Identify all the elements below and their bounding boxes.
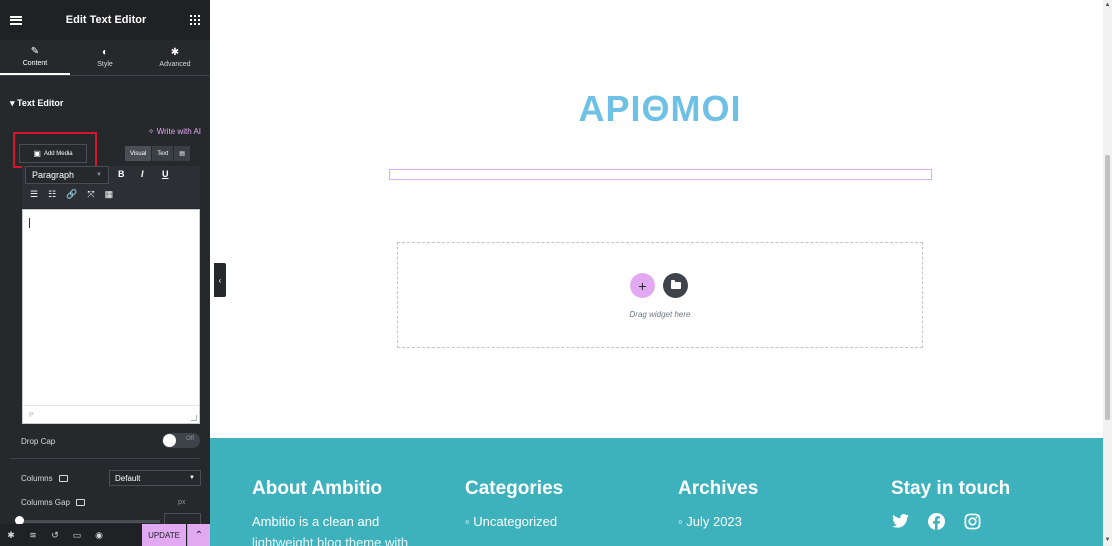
update-button[interactable]: UPDATE: [142, 524, 186, 546]
numbered-list-icon[interactable]: ☷: [48, 189, 56, 200]
toggle-knob: [163, 434, 176, 447]
highlight-box: [13, 132, 97, 168]
scroll-up-icon[interactable]: ▲: [1104, 2, 1111, 9]
text-editor-area[interactable]: P: [22, 209, 200, 424]
tab-visual[interactable]: Visual: [124, 146, 152, 161]
preview-eye-icon[interactable]: ◉: [88, 530, 110, 541]
instagram-icon[interactable]: [963, 512, 981, 530]
drag-widget-hint: Drag widget here: [629, 310, 691, 319]
columns-select-value: Default: [115, 473, 141, 483]
columns-label: Columns: [21, 474, 68, 483]
footer-stay-in-touch: Stay in touch: [891, 478, 1010, 530]
category-link[interactable]: ◦ Uncategorized: [465, 514, 563, 529]
columns-select[interactable]: Default ▼: [109, 470, 201, 486]
drop-cap-toggle[interactable]: Off: [162, 433, 200, 448]
editor-mode-tabs: Visual Text ▤: [124, 146, 190, 161]
folder-icon: [670, 280, 681, 289]
fullscreen-icon[interactable]: ⤧: [87, 189, 94, 200]
panel-header: Edit Text Editor: [0, 0, 210, 40]
tab-text[interactable]: Text: [151, 146, 174, 161]
section-toggle-text-editor[interactable]: ▾ Text Editor: [10, 98, 63, 109]
tab-style[interactable]: ◐ Style: [70, 40, 140, 75]
chevron-down-icon: ▼: [189, 475, 195, 481]
layers-icon[interactable]: ≋: [22, 530, 44, 541]
categories-title: Categories: [465, 478, 564, 499]
editor-status-bar: [23, 405, 199, 423]
text-caret: [29, 218, 30, 228]
underline-button[interactable]: U: [162, 169, 169, 179]
stay-title: Stay in touch: [891, 478, 1011, 499]
social-links: [891, 512, 1010, 530]
columns-gap-slider[interactable]: [18, 520, 160, 523]
columns-text: Columns: [21, 474, 53, 483]
scrollbar-thumb[interactable]: [1105, 155, 1110, 420]
element-path: P: [29, 412, 34, 419]
toolbar-row-2: ☰ ☷ 🔗 ⤧ ▦: [30, 189, 113, 200]
widgets-grid-icon[interactable]: [190, 15, 200, 25]
panel-tabs: ✎ Content ◐ Style ✱ Advanced: [0, 40, 210, 76]
about-title: About Ambitio: [252, 478, 383, 499]
trash-icon[interactable]: ▤: [173, 146, 190, 161]
tab-content-label: Content: [22, 59, 48, 67]
bold-button[interactable]: B: [118, 169, 125, 179]
toolbar-toggle-icon[interactable]: ▦: [105, 189, 114, 200]
tab-advanced-label: Advanced: [159, 60, 191, 68]
desktop-icon[interactable]: [75, 499, 85, 506]
resize-handle[interactable]: [191, 415, 197, 421]
twitter-icon[interactable]: [891, 512, 909, 530]
history-icon[interactable]: ↺: [44, 530, 66, 541]
about-text: Ambitio is a clean and: [252, 514, 380, 529]
footer-categories: Categories ◦ Uncategorized: [465, 478, 563, 529]
chevron-up-icon[interactable]: ⌃: [187, 524, 210, 546]
footer-about: About Ambitio Ambitio is a clean and lig…: [252, 478, 408, 546]
footer-archives: Archives ◦ July 2023: [678, 478, 758, 529]
page-heading[interactable]: ΑΡΙΘΜΟΙ: [400, 88, 920, 130]
scroll-down-icon[interactable]: ▼: [1104, 537, 1111, 544]
link-icon[interactable]: 🔗: [66, 189, 77, 200]
unit-select[interactable]: px: [178, 499, 185, 506]
bullet-icon: ◦: [465, 514, 474, 529]
archive-link[interactable]: ◦ July 2023: [678, 514, 758, 529]
contrast-icon: ◐: [101, 46, 109, 58]
format-select[interactable]: Paragraph ▼: [25, 166, 109, 184]
pencil-icon: ✎: [30, 45, 40, 57]
tab-style-label: Style: [97, 60, 113, 68]
tab-advanced[interactable]: ✱ Advanced: [140, 40, 210, 75]
divider: [10, 458, 200, 459]
gear-icon: ✱: [170, 46, 180, 58]
add-template-button[interactable]: [663, 273, 688, 298]
menu-icon[interactable]: [10, 15, 22, 25]
tab-content[interactable]: ✎ Content: [0, 40, 70, 75]
toggle-state: Off: [186, 436, 194, 442]
settings-icon[interactable]: ✱: [0, 530, 22, 541]
empty-section-drop-zone[interactable]: [397, 242, 923, 348]
site-footer: About Ambitio Ambitio is a clean and lig…: [210, 438, 1103, 546]
add-section-button[interactable]: +: [630, 273, 655, 298]
category-label: Uncategorized: [473, 514, 558, 529]
archives-title: Archives: [678, 478, 759, 499]
editor-panel: Edit Text Editor ✎ Content ◐ Style ✱ Adv…: [0, 0, 210, 546]
drop-cap-text: Drop Cap: [21, 437, 56, 446]
responsive-icon[interactable]: ▭: [66, 530, 88, 541]
italic-button[interactable]: I: [141, 169, 144, 179]
format-select-value: Paragraph: [32, 170, 75, 180]
write-with-ai-button[interactable]: ✧ Write with AI: [148, 127, 201, 136]
text-editor-widget[interactable]: [389, 169, 932, 180]
columns-gap-label: Columns Gap: [21, 498, 85, 507]
bullet-list-icon[interactable]: ☰: [30, 189, 38, 200]
drop-cap-label: Drop Cap: [21, 437, 55, 446]
elementor-editor: Edit Text Editor ✎ Content ◐ Style ✱ Adv…: [0, 0, 1112, 546]
desktop-icon[interactable]: [58, 475, 68, 482]
panel-footer: ✱ ≋ ↺ ▭ ◉ UPDATE ⌃: [0, 524, 210, 546]
archive-label: July 2023: [686, 514, 742, 529]
bullet-icon: ◦: [678, 514, 687, 529]
about-text-2: lightweight blog theme with: [252, 535, 409, 546]
collapse-panel-button[interactable]: ‹: [214, 263, 226, 297]
facebook-icon[interactable]: [927, 512, 945, 530]
columns-gap-text: Columns Gap: [21, 498, 70, 507]
chevron-down-icon: ▼: [96, 172, 102, 178]
panel-title: Edit Text Editor: [65, 14, 147, 26]
